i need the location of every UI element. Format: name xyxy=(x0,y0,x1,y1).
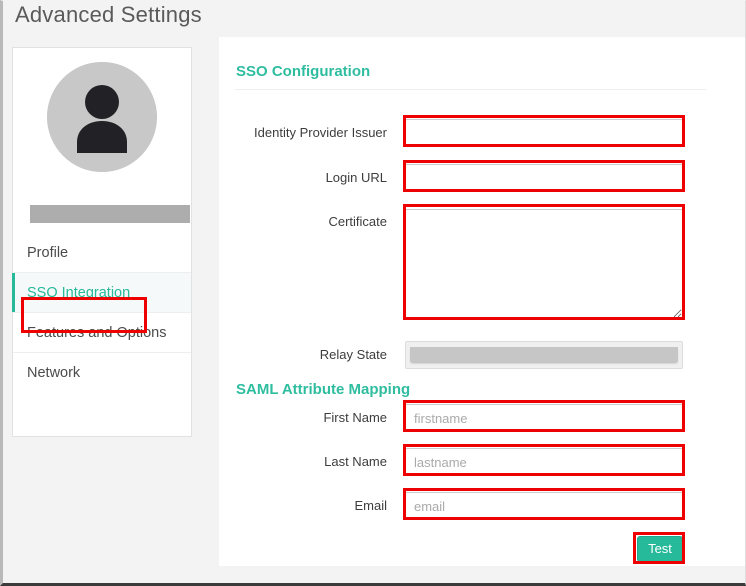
certificate-textarea[interactable] xyxy=(405,209,683,319)
field-control-relay-state xyxy=(405,341,683,369)
profile-block xyxy=(13,48,191,248)
field-label-login-url: Login URL xyxy=(219,170,387,185)
field-control-identity-provider-issuer xyxy=(405,119,683,147)
field-label-last-name: Last Name xyxy=(219,454,387,469)
relay-state-input[interactable] xyxy=(405,341,683,369)
sidebar-item-features-and-options[interactable]: Features and Options xyxy=(13,313,191,353)
sidebar-panel: Profile SSO Integration Features and Opt… xyxy=(12,47,192,437)
field-label-identity-provider-issuer: Identity Provider Issuer xyxy=(219,125,387,140)
field-control-first-name xyxy=(405,404,683,432)
sso-configuration-heading: SSO Configuration xyxy=(219,63,370,80)
field-label-email: Email xyxy=(219,498,387,513)
advanced-settings-window: Advanced Settings Profile SSO Integratio… xyxy=(0,0,746,586)
section-divider xyxy=(235,89,706,90)
main-content-panel: SSO Configuration Identity Provider Issu… xyxy=(219,37,745,566)
sidebar-item-label: Features and Options xyxy=(27,325,166,341)
sidebar-item-label: SSO Integration xyxy=(27,285,130,301)
sidebar-item-sso-integration[interactable]: SSO Integration xyxy=(13,273,191,313)
sidebar-item-network[interactable]: Network xyxy=(13,353,191,393)
first-name-input[interactable] xyxy=(405,404,683,432)
field-label-certificate: Certificate xyxy=(219,214,387,229)
page-title: Advanced Settings xyxy=(15,2,202,28)
user-name-redaction-bar xyxy=(30,205,190,223)
field-label-relay-state: Relay State xyxy=(219,347,387,362)
sidebar-item-label: Network xyxy=(27,365,80,381)
saml-attribute-mapping-heading: SAML Attribute Mapping xyxy=(219,381,410,398)
relay-state-redaction-bar xyxy=(410,347,678,362)
title-bar: Advanced Settings xyxy=(3,1,745,37)
test-button[interactable]: Test xyxy=(637,536,683,562)
email-input[interactable] xyxy=(405,492,683,520)
last-name-input[interactable] xyxy=(405,448,683,476)
field-control-email xyxy=(405,492,683,520)
login-url-input[interactable] xyxy=(405,164,683,192)
sidebar-item-label: Profile xyxy=(27,245,68,261)
sidebar-item-profile[interactable]: Profile xyxy=(13,233,191,273)
field-control-certificate xyxy=(405,209,683,319)
field-control-login-url xyxy=(405,164,683,192)
user-avatar-icon xyxy=(47,62,157,172)
sidebar-nav: Profile SSO Integration Features and Opt… xyxy=(13,233,191,393)
identity-provider-issuer-input[interactable] xyxy=(405,119,683,147)
field-label-first-name: First Name xyxy=(219,410,387,425)
field-control-last-name xyxy=(405,448,683,476)
